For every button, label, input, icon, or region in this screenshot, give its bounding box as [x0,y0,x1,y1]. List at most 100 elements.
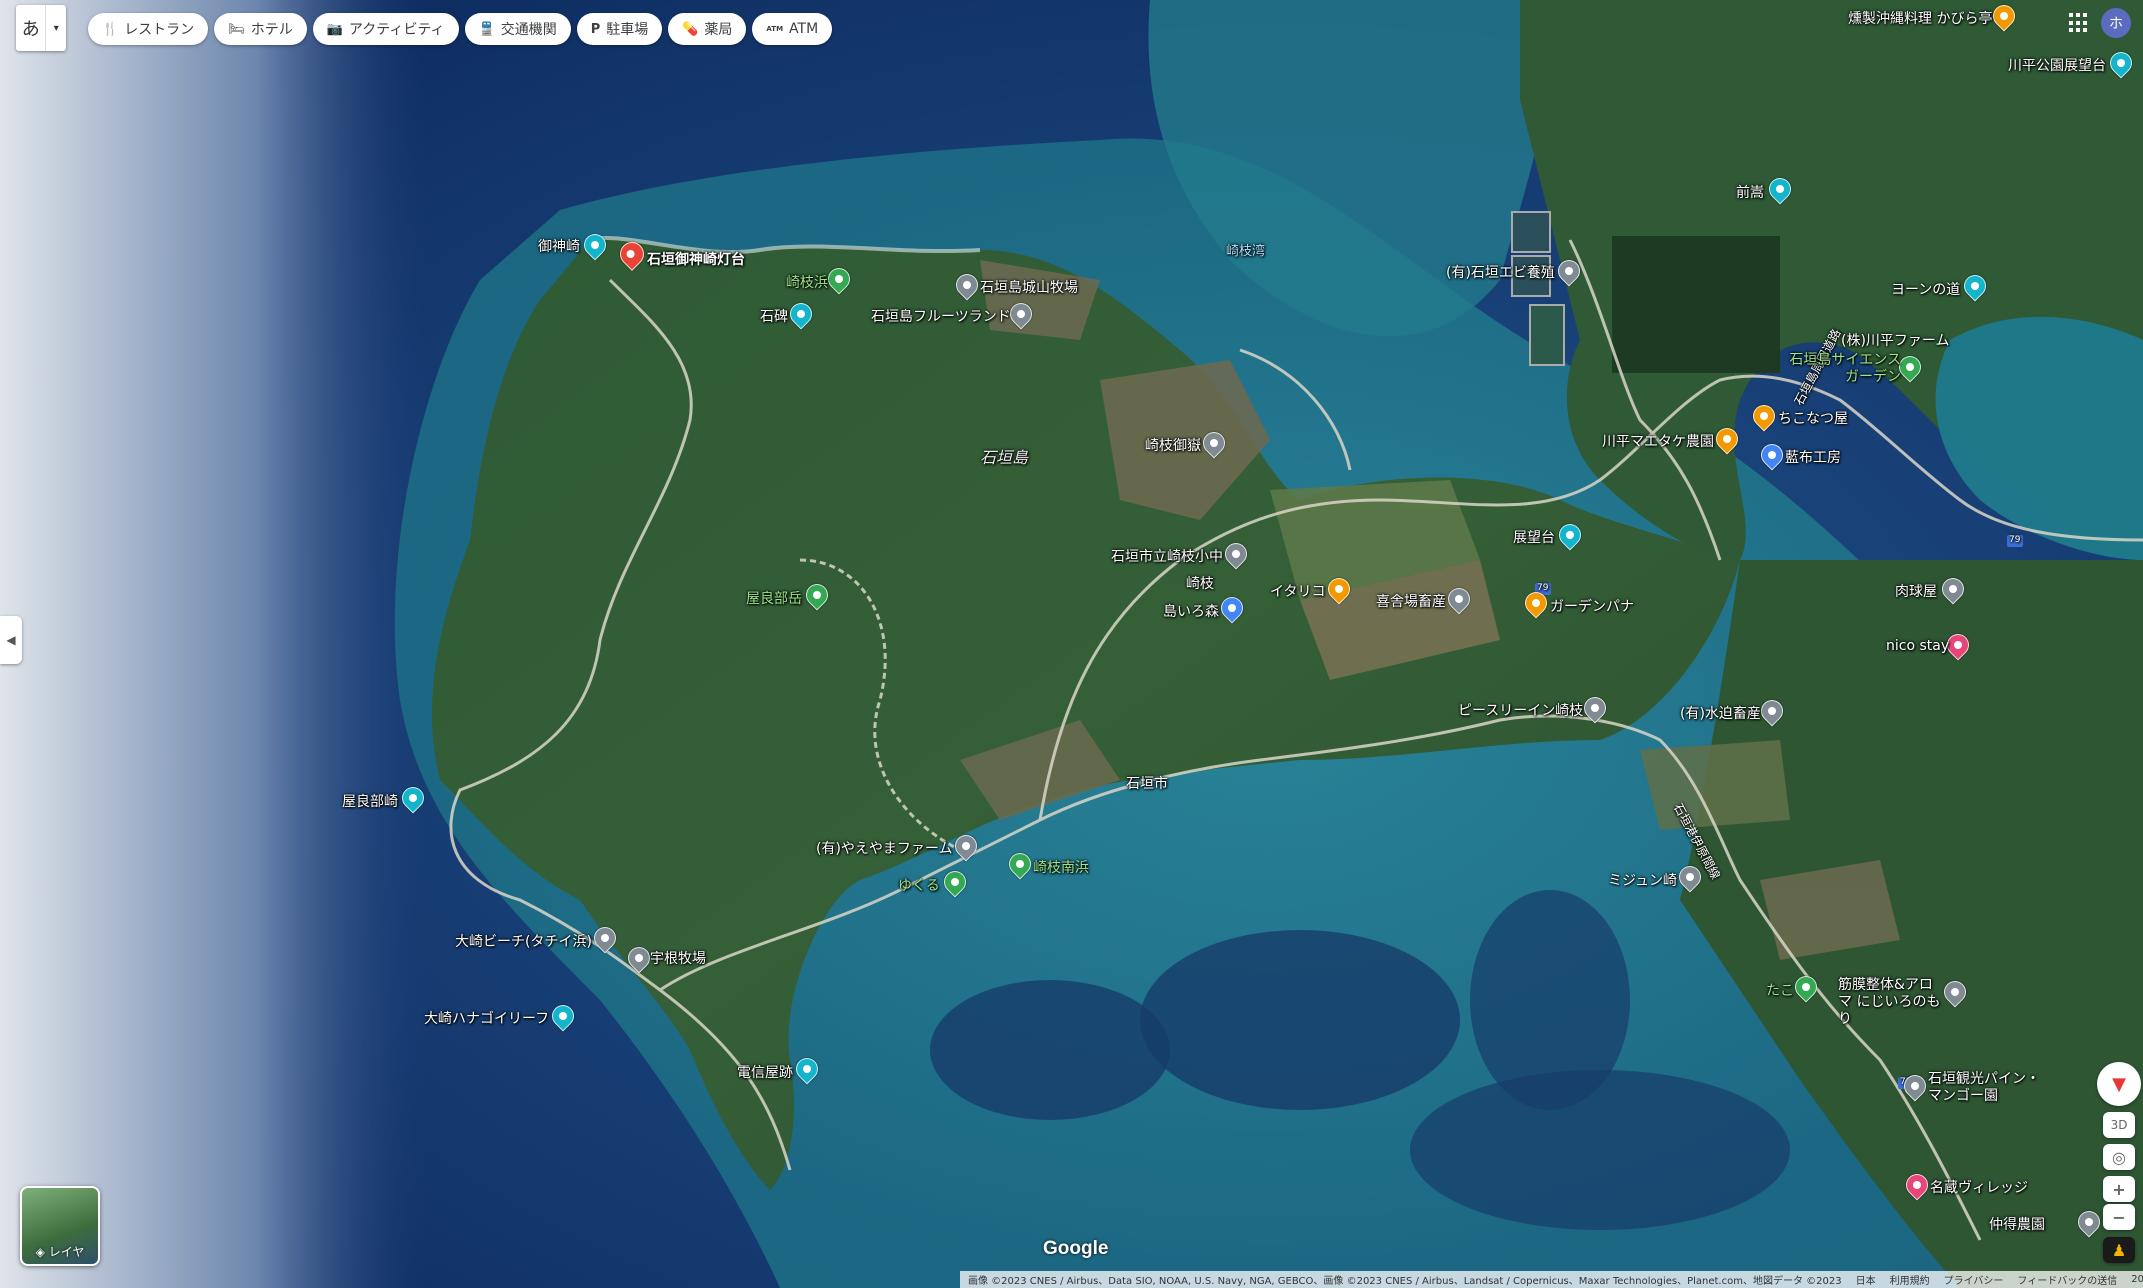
layers-button[interactable]: ◈ レイヤ [20,1186,100,1266]
account-area: ホ [2069,8,2131,38]
place-label[interactable]: 御神崎 [538,236,580,256]
zoom-out-button[interactable]: − [2103,1204,2135,1230]
place-label[interactable]: (有)やえやまファーム [816,838,953,858]
deep-patch [1470,890,1630,1110]
parking-icon: P [590,21,601,37]
place-label[interactable]: 屋良部崎 [342,791,398,811]
region-link[interactable]: 日本 [1856,1272,1876,1287]
place-label[interactable]: 名蔵ヴィレッジ [1930,1177,2028,1197]
pegman-button[interactable]: ♟ [2103,1237,2135,1263]
pegman-icon: ♟ [2111,1240,2127,1260]
chip-label: アクティビティ [348,22,445,38]
dark-forest-block [1612,236,1780,373]
place-label[interactable]: 石垣島サイエンス ガーデン [1783,352,1901,386]
location-target-icon: ◎ [2112,1147,2126,1167]
place-label[interactable]: 石垣市立崎枝小中 [1111,546,1223,566]
place-label[interactable]: 大崎ビーチ(タチイ浜) [455,931,592,951]
place-label[interactable]: (有)水迫畜産 [1680,703,1761,723]
chip-label: 交通機関 [500,22,557,38]
privacy-link[interactable]: プライバシー [1944,1272,2004,1287]
place-label[interactable]: 展望台 [1513,527,1555,547]
place-label[interactable]: (有)石垣エビ養殖 [1446,262,1555,282]
avatar[interactable]: ホ [2101,8,2131,38]
chip-hotel[interactable]: 🛏 ホテル [214,13,307,45]
place-label[interactable]: 前嵩 [1736,182,1764,202]
place-label[interactable]: 筋膜整体&アロマ にじいろのもり [1838,977,1942,1028]
compass-button[interactable]: ▼ [2097,1062,2141,1106]
deep-patch [1140,930,1460,1110]
atm-icon: ATM [766,25,784,33]
place-label[interactable]: 石垣島城山牧場 [980,277,1078,297]
chip-restaurant[interactable]: 🍴 レストラン [88,13,209,45]
selected-place-label[interactable]: 石垣御神崎灯台 [647,249,745,269]
place-label: 崎枝 [1186,576,1214,592]
apps-grid-icon[interactable] [2069,13,2089,33]
chip-label: 薬局 [704,22,733,38]
place-label[interactable]: 石碑 [760,306,788,326]
category-chips: 🍴 レストラン 🛏 ホテル 📷 アクティビティ 🚆 交通機関 P 駐車場 💊 薬… [88,13,833,45]
collapse-side-panel-button[interactable]: ◀ [0,616,22,664]
chip-transit[interactable]: 🚆 交通機関 [464,13,571,45]
place-label[interactable]: ヨーンの道 [1891,279,1960,299]
place-label: 石垣市 [1126,776,1168,792]
place-label[interactable]: ミジュン崎 [1608,870,1677,890]
chevron-left-icon: ◀ [6,633,16,647]
input-language-button[interactable]: あ ▾ [16,5,66,51]
place-label[interactable]: 崎枝南浜 [1033,857,1089,877]
place-label[interactable]: 肉球屋 [1895,581,1937,601]
feedback-link[interactable]: フィードバックの送信 [2017,1272,2117,1287]
place-label[interactable]: 電信屋跡 [737,1062,793,1082]
place-label[interactable]: ピースリーイン崎枝 [1458,700,1583,720]
activity-icon: 📷 [326,21,343,37]
place-label[interactable]: 石垣観光パイン・ マンゴー園 [1928,1071,2044,1105]
chip-atm[interactable]: ATM ATM [752,13,833,45]
terms-link[interactable]: 利用規約 [1890,1272,1930,1287]
chip-parking[interactable]: P 駐車場 [576,13,663,45]
deep-patch [930,980,1170,1120]
place-label[interactable]: ガーデンパナ [1550,596,1634,616]
place-label[interactable]: ちこなつ屋 [1778,408,1848,428]
language-label: あ [21,19,40,40]
place-label[interactable]: 川平マエタケ農園 [1602,431,1714,451]
place-label[interactable]: 崎枝御嶽 [1145,435,1201,455]
scale-bar[interactable]: 200 m [2131,1274,2143,1285]
chip-label: ホテル [250,22,293,38]
island-name-label: 石垣島 [980,448,1029,467]
place-label[interactable]: 仲得農園 [1989,1214,2045,1234]
place-label[interactable]: イタリコ [1270,581,1325,601]
chip-activity[interactable]: 📷 アクティビティ [312,13,459,45]
my-location-button[interactable]: ◎ [2103,1144,2135,1170]
google-logo: Google [1043,1238,1109,1259]
3d-toggle-button[interactable]: 3D [2103,1112,2135,1138]
restaurant-icon: 🍴 [102,21,119,37]
place-label[interactable]: 大崎ハナゴイリーフ [424,1008,549,1028]
deep-patch [1410,1070,1790,1230]
place-label[interactable]: 崎枝浜 [786,272,828,292]
place-label[interactable]: 宇根牧場 [650,948,706,968]
chip-label: ATM [789,21,819,37]
chip-label: 駐車場 [606,22,649,38]
place-label[interactable]: nico stay [1886,638,1949,654]
place-label[interactable]: 石垣島フルーツランド [871,306,1011,326]
chip-pharmacy[interactable]: 💊 薬局 [668,13,747,45]
bay-name-label: 崎枝湾 [1226,244,1266,259]
place-label[interactable]: 藍布工房 [1785,447,1841,467]
layers-text: レイヤ [48,1245,85,1259]
place-label[interactable]: 喜舎場畜産 [1376,591,1446,611]
satellite-map[interactable] [0,0,2143,1288]
place-label[interactable]: 屋良部岳 [746,588,802,608]
pharmacy-icon: 💊 [682,21,699,37]
place-label[interactable]: 川平公園展望台 [2008,55,2106,75]
zoom-in-button[interactable]: + [2103,1176,2135,1202]
imagery-credit: 画像 ©2023 CNES / Airbus、Data SIO, NOAA, U… [968,1276,1842,1287]
place-label[interactable]: ゆくる [898,875,940,895]
place-label[interactable]: (株)川平ファーム [1841,330,1950,350]
place-label[interactable]: たこ [1766,980,1794,1000]
attribution-bar: 画像 ©2023 CNES / Airbus、Data SIO, NOAA, U… [960,1271,2143,1288]
route-number-79: 79 [2009,535,2021,545]
chevron-down-icon: ▾ [45,5,66,51]
chip-label: レストラン [124,22,195,38]
place-label[interactable]: 島いろ森 [1163,601,1219,621]
place-label[interactable]: 燻製沖縄料理 かびら亭 [1848,8,1992,28]
layers-label: ◈ レイヤ [22,1243,98,1260]
